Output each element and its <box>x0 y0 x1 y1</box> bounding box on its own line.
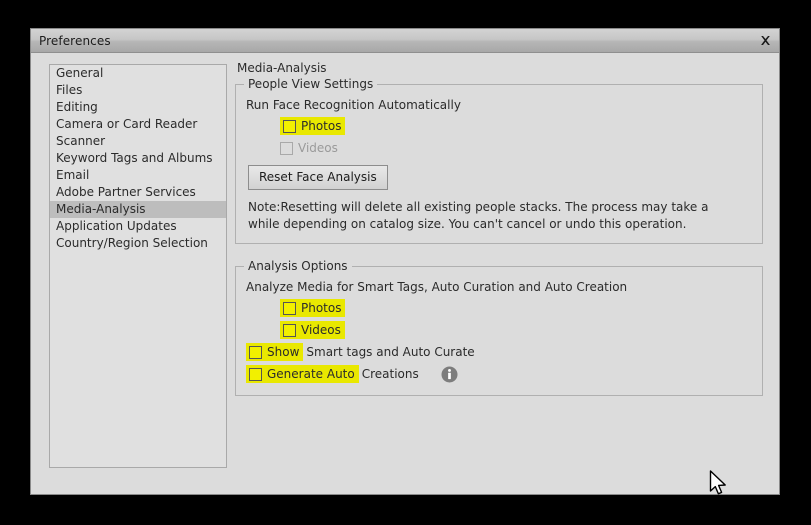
dialog-body: General Files Editing Camera or Card Rea… <box>31 53 779 495</box>
settings-panel: Media-Analysis People View Settings Run … <box>235 61 763 396</box>
analysis-videos-row: Videos <box>246 319 752 341</box>
page-title: Media-Analysis <box>237 61 327 75</box>
checkbox-analysis-photos[interactable]: Photos <box>280 299 346 317</box>
checkbox-analysis-videos[interactable]: Videos <box>280 321 345 339</box>
analyze-media-label: Analyze Media for Smart Tags, Auto Curat… <box>246 280 628 294</box>
sidebar-item-general[interactable]: General <box>50 65 226 82</box>
generate-auto-creations-row: Generate Auto Creations <box>246 363 752 385</box>
sidebar-item-files[interactable]: Files <box>50 82 226 99</box>
run-face-recognition-label: Run Face Recognition Automatically <box>246 98 461 112</box>
checkbox-box-icon <box>283 301 296 315</box>
face-photos-row: Photos <box>246 115 752 137</box>
analysis-photos-row: Photos <box>246 297 752 319</box>
checkbox-analysis-videos-label: Videos <box>301 323 341 337</box>
analysis-options-legend: Analysis Options <box>244 259 352 273</box>
checkbox-analysis-photos-label: Photos <box>301 301 342 315</box>
sidebar-item-adobe-partner-services[interactable]: Adobe Partner Services <box>50 184 226 201</box>
checkbox-show-smart-tags-label: Show <box>267 345 300 359</box>
sidebar-item-application-updates[interactable]: Application Updates <box>50 218 226 235</box>
face-videos-row: Videos <box>246 137 752 159</box>
generate-auto-creations-rest-label: Creations <box>361 367 419 381</box>
sidebar-item-camera-or-card-reader[interactable]: Camera or Card Reader <box>50 116 226 133</box>
info-icon[interactable] <box>441 366 458 383</box>
checkbox-box-icon <box>280 141 293 155</box>
sidebar-item-editing[interactable]: Editing <box>50 99 226 116</box>
checkbox-box-icon <box>283 323 296 337</box>
checkbox-face-photos[interactable]: Photos <box>280 117 346 135</box>
reset-face-analysis-button[interactable]: Reset Face Analysis <box>248 165 388 190</box>
checkbox-box-icon <box>283 119 296 133</box>
reset-note-text: Note:Resetting will delete all existing … <box>248 200 709 231</box>
preferences-dialog: Preferences General Files Editing Camera… <box>30 28 780 495</box>
people-view-settings-group: People View Settings Run Face Recognitio… <box>235 77 763 244</box>
mouse-cursor <box>709 470 729 502</box>
checkbox-face-videos: Videos <box>280 141 338 155</box>
dialog-title: Preferences <box>39 33 111 48</box>
category-listbox[interactable]: General Files Editing Camera or Card Rea… <box>49 64 227 468</box>
sidebar-item-keyword-tags-and-albums[interactable]: Keyword Tags and Albums <box>50 150 226 167</box>
checkbox-generate-auto-creations-label: Generate Auto <box>267 367 355 381</box>
checkbox-face-videos-label: Videos <box>298 141 338 155</box>
checkbox-face-photos-label: Photos <box>301 119 342 133</box>
checkbox-generate-auto-creations[interactable]: Generate Auto <box>246 365 359 383</box>
close-icon[interactable] <box>751 29 779 52</box>
show-smart-tags-rest-label: Smart tags and Auto Curate <box>306 345 475 359</box>
people-view-settings-legend: People View Settings <box>244 77 378 91</box>
sidebar-item-media-analysis[interactable]: Media-Analysis <box>50 201 226 218</box>
checkbox-show-smart-tags[interactable]: Show <box>246 343 304 361</box>
sidebar-item-country-region-selection[interactable]: Country/Region Selection <box>50 235 226 252</box>
sidebar-item-email[interactable]: Email <box>50 167 226 184</box>
show-smart-tags-row: Show Smart tags and Auto Curate <box>246 341 752 363</box>
analysis-options-group: Analysis Options Analyze Media for Smart… <box>235 259 763 396</box>
checkbox-box-icon <box>249 367 262 381</box>
dialog-titlebar: Preferences <box>31 29 779 53</box>
sidebar-item-scanner[interactable]: Scanner <box>50 133 226 150</box>
checkbox-box-icon <box>249 345 262 359</box>
